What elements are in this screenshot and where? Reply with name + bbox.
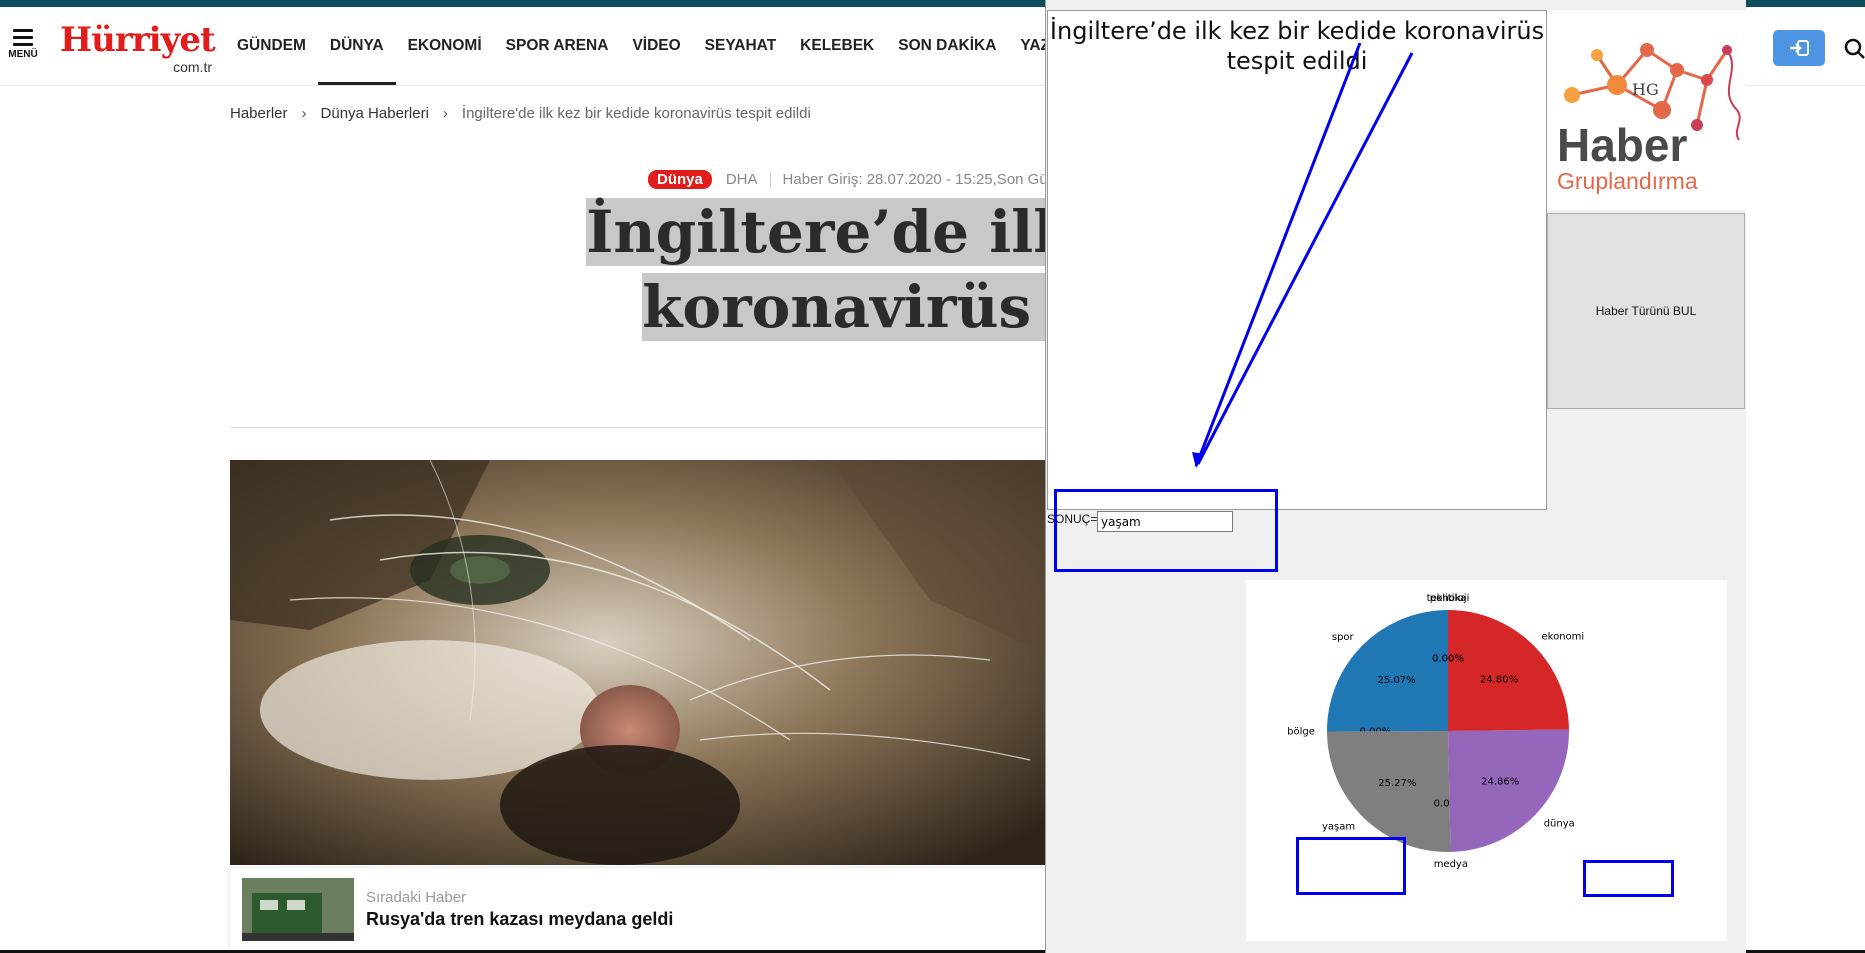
search-icon[interactable] <box>1843 37 1865 59</box>
menu-label: MENÜ <box>8 49 38 60</box>
breadcrumb-item-dunya-haberleri[interactable]: Dünya Haberleri <box>321 105 429 122</box>
category-pie-chart: spor25.07%bölge0.00%yaşam25.27%medya0.00… <box>1246 580 1727 941</box>
main-nav: GÜNDEM DÜNYA EKONOMİ SPOR ARENA VİDEO SE… <box>225 7 1073 85</box>
result-field[interactable] <box>1097 511 1233 532</box>
haber-gruplandirma-logo: HG Haber Gruplandırma <box>1547 10 1746 210</box>
article-meta: Dünya DHA Haber Giriş: 28.07.2020 - 15:2… <box>648 170 1048 189</box>
nav-item-dunya[interactable]: DÜNYA <box>317 7 396 85</box>
pie-percent-spor: 25.07% <box>1377 675 1415 686</box>
pie-slice-yasam <box>1327 731 1451 852</box>
next-news-card[interactable]: Sıradaki Haber Rusya'da tren kazası meyd… <box>230 868 1060 953</box>
chevron-right-icon: › <box>442 105 448 122</box>
login-button[interactable] <box>1773 30 1825 66</box>
nav-item-son-dakika[interactable]: SON DAKİKA <box>886 7 1008 85</box>
pie-label-yasam: yaşam <box>1322 821 1355 832</box>
logo-subtitle: Gruplandırma <box>1557 168 1698 194</box>
news-text-area[interactable]: İngiltere’de ilk kez bir kedide koronavi… <box>1047 10 1547 510</box>
pie-label-dunya: dünya <box>1544 819 1575 830</box>
pie-slice-ekonomi <box>1448 610 1569 731</box>
logo-mark: HG <box>1632 80 1659 99</box>
article-source: DHA <box>725 171 758 188</box>
pie-percent-ekonomi: 24.80% <box>1480 674 1518 685</box>
article-entry-date: Haber Giriş: 28.07.2020 - 15:25,Son Gü <box>782 171 1048 188</box>
breadcrumb-current: İngiltere'de ilk kez bir kedide koronavi… <box>461 105 811 122</box>
pie-label-teknoloji: teknoloji <box>1427 593 1470 604</box>
chevron-right-icon: › <box>301 105 307 122</box>
meta-divider <box>769 171 771 188</box>
divider <box>230 427 1060 428</box>
pie-chart-svg: spor25.07%bölge0.00%yaşam25.27%medya0.00… <box>1287 593 1585 870</box>
pie-label-medya: medya <box>1434 859 1468 870</box>
nav-item-gundem[interactable]: GÜNDEM <box>225 7 318 85</box>
nav-item-spor-arena[interactable]: SPOR ARENA <box>494 7 621 85</box>
menu-button[interactable]: MENÜ <box>6 29 40 60</box>
next-news-label: Sıradaki Haber <box>366 889 467 906</box>
article-image <box>230 460 1060 865</box>
next-news-thumbnail <box>242 878 354 941</box>
nav-item-kelebek[interactable]: KELEBEK <box>788 7 886 85</box>
pie-percent-yasam: 25.27% <box>1378 778 1416 789</box>
pie-percent-teknoloji: 0.00% <box>1432 653 1464 664</box>
pie-percent-dunya: 24.86% <box>1481 776 1519 787</box>
next-news-title[interactable]: Rusya'da tren kazası meydana geldi <box>366 909 673 930</box>
nav-item-video[interactable]: VİDEO <box>620 7 692 85</box>
breadcrumb: Haberler › Dünya Haberleri › İngiltere'd… <box>230 105 811 122</box>
login-icon <box>1790 40 1809 56</box>
pie-label-spor: spor <box>1332 632 1355 643</box>
logo-title: Haber <box>1557 119 1688 171</box>
find-news-type-button[interactable]: Haber Türünü BUL <box>1547 213 1745 409</box>
hamburger-icon <box>13 29 33 46</box>
site-logo[interactable]: Hürriyet com.tr <box>60 20 216 79</box>
pie-label-ekonomi: ekonomi <box>1542 631 1585 642</box>
logo-name: Hürriyet <box>60 20 216 60</box>
nav-item-ekonomi[interactable]: EKONOMİ <box>396 7 494 85</box>
news-text-content: İngiltere’de ilk kez bir kedide koronavi… <box>1049 17 1545 75</box>
category-badge[interactable]: Dünya <box>648 170 712 189</box>
result-label: SONUÇ= <box>1047 512 1098 526</box>
news-classifier-window: İngiltere’de ilk kez bir kedide koronavi… <box>1045 0 1746 953</box>
pie-label-bolge: bölge <box>1287 727 1315 738</box>
pie-slice-dunya <box>1448 729 1569 852</box>
logo-tld: com.tr <box>173 59 212 75</box>
breadcrumb-item-haberler[interactable]: Haberler <box>230 105 288 122</box>
pie-slice-spor <box>1327 610 1448 732</box>
nav-item-seyahat[interactable]: SEYAHAT <box>693 7 789 85</box>
